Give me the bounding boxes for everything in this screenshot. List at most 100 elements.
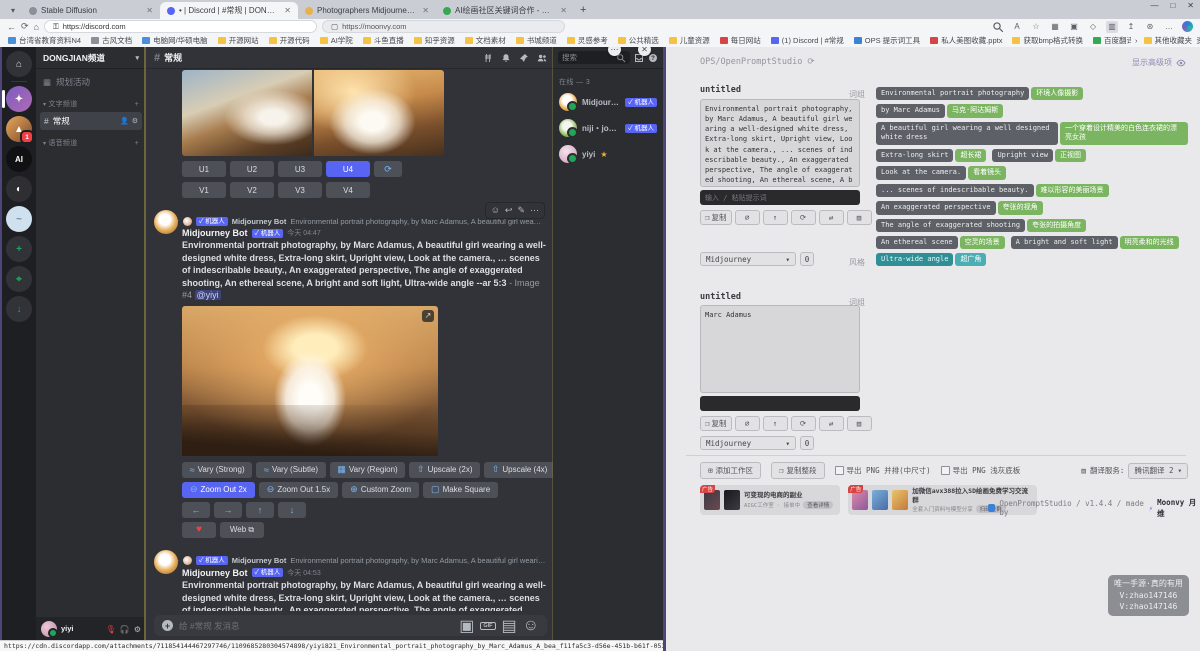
address-field-secondary[interactable]: ▢ https://moonvy.com xyxy=(322,20,565,33)
invite-member-icon[interactable]: 👤 xyxy=(120,117,129,125)
channel-item-changgui[interactable]: # 常规 👤 ⚙ xyxy=(40,112,142,130)
refresh-icon[interactable]: ⟳ xyxy=(21,21,29,32)
gif-picker-icon[interactable]: GIF xyxy=(480,622,495,630)
tab-close-icon[interactable]: ✕ xyxy=(560,6,567,15)
ad-cta-button[interactable]: 查看详情 xyxy=(803,501,833,509)
server-panda[interactable]: ◐ xyxy=(6,176,32,202)
message-author[interactable]: Midjourney Bot xyxy=(182,228,248,238)
bookmark-item-5[interactable]: AI学院 xyxy=(320,35,353,46)
zoom-out-2x-button[interactable]: ⊖Zoom Out 2x xyxy=(182,482,255,498)
bookmark-item-7[interactable]: 知乎资源 xyxy=(414,35,455,46)
reply-reference[interactable]: ✓ 机器人 Midjourney Bot Environmental portr… xyxy=(146,548,555,568)
maximize-button[interactable]: □ xyxy=(1170,1,1175,10)
read-aloud-icon[interactable]: A xyxy=(1011,21,1023,33)
upscale-button-u2[interactable]: U2 xyxy=(230,161,274,177)
variation-button-v2[interactable]: V2 xyxy=(230,182,274,198)
add-voice-channel-icon[interactable]: + xyxy=(135,140,139,147)
add-workspace-button[interactable]: ⊞添加工作区 xyxy=(700,462,761,479)
prompt-tag[interactable]: ... scenes of indescribable beauty.难以形容的… xyxy=(876,184,1109,197)
engine-select-2[interactable]: Midjourney▾ xyxy=(700,436,796,450)
upscale-button-u3[interactable]: U3 xyxy=(278,161,322,177)
prompt-tag[interactable]: Environmental portrait photography环境人像摄影 xyxy=(876,87,1083,100)
bookmark-item-8[interactable]: 文档素材 xyxy=(465,35,506,46)
mic-muted-icon[interactable]: 🎙 xyxy=(106,625,116,634)
tab-close-icon[interactable]: ✕ xyxy=(422,6,429,15)
web--button[interactable]: Web ⧉ xyxy=(220,522,264,538)
count-button-2[interactable]: 0 xyxy=(800,436,814,450)
show-advanced-toggle[interactable]: 显示高级项 xyxy=(1132,57,1186,68)
bookmark-item-0[interactable]: 台湾省教育资料N4 xyxy=(8,35,81,46)
bookmark-item-9[interactable]: 书城频道 xyxy=(516,35,557,46)
prompt-textarea[interactable]: Environmental portrait photography, by M… xyxy=(700,99,860,187)
channel-settings-gear-icon[interactable]: ⚙ xyxy=(132,117,138,125)
bookmark-item-12[interactable]: 儿童资源 xyxy=(669,35,710,46)
bookmark-item-1[interactable]: 古风文档 xyxy=(91,35,132,46)
prompt-tag[interactable]: Extra-long skirt超长裙 xyxy=(876,149,986,162)
bookmarks-chevron-icon[interactable]: › xyxy=(1135,36,1138,45)
refresh-button[interactable]: ⟳ xyxy=(791,210,816,225)
favorite-star-icon[interactable]: ☆ xyxy=(1030,21,1042,33)
arrow-pan-button[interactable]: ← xyxy=(182,502,210,518)
prompt-output-bar[interactable]: 输入 / 粘贴提示词 xyxy=(700,190,860,205)
upscale-4x--button[interactable]: ⇧Upscale (4x) xyxy=(484,462,555,478)
swap-button[interactable]: ⇄ xyxy=(819,416,844,431)
bookmark-item-15[interactable]: OPS 提示词工具 xyxy=(854,35,920,46)
tab-search-icon[interactable]: ▾ xyxy=(6,3,20,17)
browser-tab-0[interactable]: Stable Diffusion✕ xyxy=(22,2,160,19)
app-icon-blue[interactable]: ▣ xyxy=(1068,21,1080,33)
bot-avatar[interactable] xyxy=(154,210,178,234)
reply-icon[interactable]: ↩ xyxy=(505,205,513,216)
edit-icon[interactable]: ✎ xyxy=(517,205,525,216)
vary-subtle--button[interactable]: ≈Vary (Subtle) xyxy=(256,462,325,478)
prompt-textarea-2[interactable]: Marc Adamus xyxy=(700,305,860,393)
more-icon[interactable]: ⋯ xyxy=(530,205,539,216)
bookmark-item-11[interactable]: 公共精选 xyxy=(618,35,659,46)
upscale-button-u4[interactable]: U4 xyxy=(326,161,370,177)
server-cloud[interactable]: ~ xyxy=(6,206,32,232)
clear-button[interactable]: ∅ xyxy=(735,416,760,431)
sidebar-item-events[interactable]: ▦ 规划活动 xyxy=(36,69,146,92)
zoom-out-1-5x-button[interactable]: ⊖Zoom Out 1.5x xyxy=(259,482,338,498)
prompt-tag[interactable]: An exaggerated perspective夸张的视角 xyxy=(876,201,1043,214)
server-landscape[interactable]: ▲1 xyxy=(6,116,32,142)
up-button[interactable]: ↑ xyxy=(763,210,788,225)
explore-servers-button[interactable]: ⌖ xyxy=(6,266,32,292)
up-button[interactable]: ↑ xyxy=(763,416,788,431)
member-row-2[interactable]: yiyi★ xyxy=(553,141,663,167)
message-author[interactable]: Midjourney Bot xyxy=(182,568,248,578)
bookmark-item-3[interactable]: 开源网站 xyxy=(218,35,259,46)
arrow-pan-button[interactable]: ↑ xyxy=(246,502,274,518)
prompt-tag[interactable]: A bright and soft light明亮柔和的光线 xyxy=(1011,236,1179,249)
midjourney-grid-image[interactable] xyxy=(182,70,444,156)
back-icon[interactable]: ← xyxy=(7,22,16,32)
export-png-bg-checkbox[interactable]: 导出 PNG 浅灰底板 xyxy=(941,465,1021,476)
minimize-button[interactable]: — xyxy=(1150,1,1158,10)
toolbar-search-icon[interactable] xyxy=(992,21,1004,33)
add-channel-icon[interactable]: + xyxy=(135,101,139,108)
prompt-tag[interactable]: An ethereal scene空灵的场景 xyxy=(876,236,1005,249)
split-screen-icon[interactable]: ▥ xyxy=(1106,21,1118,33)
server-ai[interactable]: AI xyxy=(6,146,32,172)
midjourney-upscaled-image[interactable]: ↗ xyxy=(182,306,438,456)
headphones-icon[interactable]: 🎧 xyxy=(120,625,130,634)
copilot-icon[interactable] xyxy=(1182,21,1193,32)
browser-tab-2[interactable]: Photographers Midjourney 关键词✕ xyxy=(298,2,436,19)
count-button[interactable]: 0 xyxy=(800,252,814,266)
copy-button[interactable]: ❐复制 xyxy=(700,210,732,225)
more-icon[interactable]: … xyxy=(1163,21,1175,33)
member-row-1[interactable]: niji・journey …✓ 机器人 xyxy=(553,115,663,141)
prompt-tag[interactable]: Upright view正视图 xyxy=(992,149,1086,162)
ad-banner-1[interactable]: 广告可变现的电商的副业AIGC工作室 · 接单中查看详情 xyxy=(700,485,840,515)
mention[interactable]: @yiyi xyxy=(195,290,221,300)
user-settings-gear-icon[interactable]: ⚙ xyxy=(134,625,141,634)
attach-plus-icon[interactable]: + xyxy=(162,620,173,631)
bookmark-item-13[interactable]: 每日网站 xyxy=(720,35,761,46)
copy-button[interactable]: ❐复制 xyxy=(700,416,732,431)
help-icon[interactable]: ? xyxy=(648,53,658,63)
expand-image-icon[interactable]: ↗ xyxy=(422,310,434,322)
home-icon[interactable]: ⌂ xyxy=(34,22,39,32)
collections-icon[interactable]: ▦ xyxy=(1049,21,1061,33)
prompt-output-bar-2[interactable] xyxy=(700,396,860,411)
prompt-tag[interactable]: Ultra-wide angle超广角 xyxy=(876,253,986,266)
bookmark-item-17[interactable]: 获取bmp格式转换 xyxy=(1012,35,1083,46)
